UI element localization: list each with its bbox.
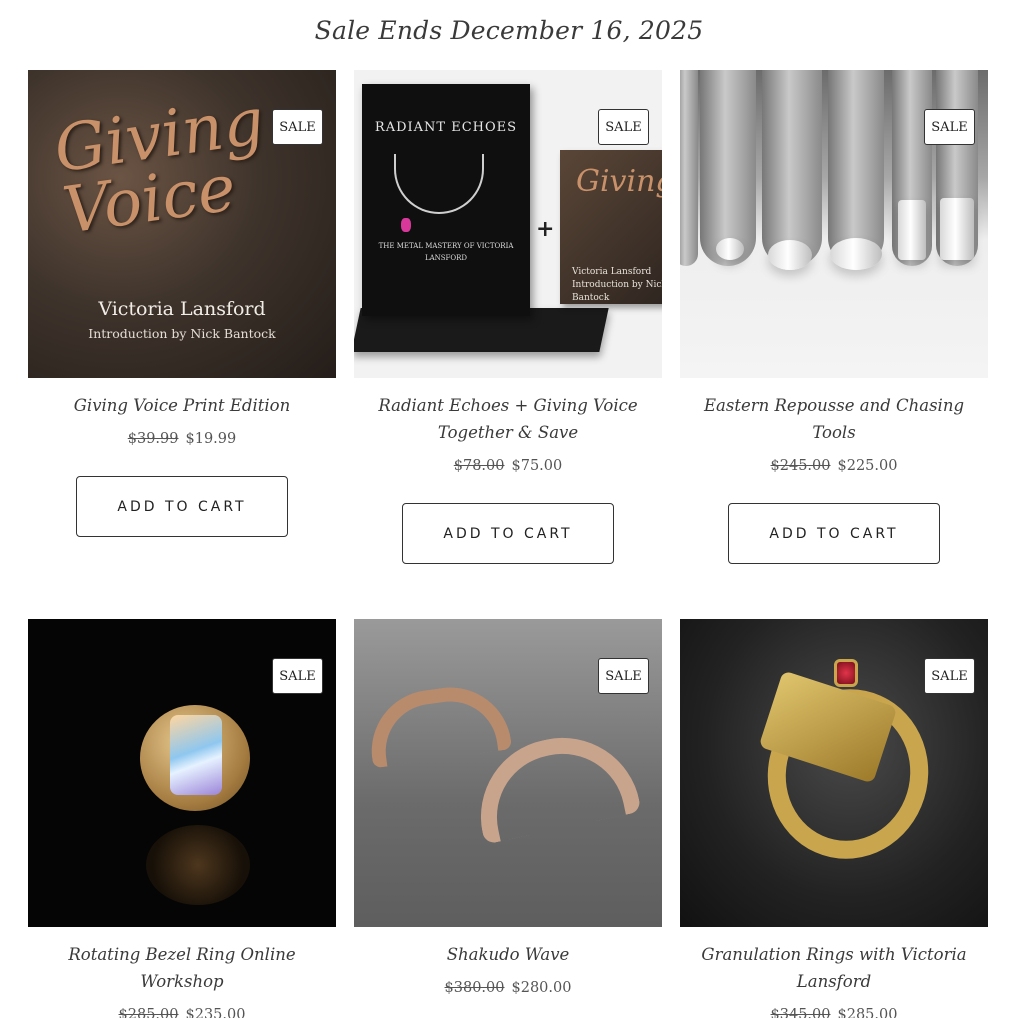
original-price: $245.00 [770, 458, 831, 474]
original-price: $345.00 [770, 1007, 831, 1018]
product-image[interactable]: SALE [680, 70, 988, 378]
tool-tip [940, 198, 974, 260]
product-price: $245.00 $225.00 [680, 458, 988, 474]
tool-tip [768, 240, 812, 270]
tool-tip [830, 238, 882, 270]
book-cover-author: Victoria Lansford [98, 298, 266, 320]
sale-price: $225.00 [837, 458, 898, 474]
book-subtitle: THE METAL MASTERY OF VICTORIA LANSFORD [378, 242, 514, 262]
tool-illustration [762, 70, 822, 266]
product-card: SALE Rotating Bezel Ring Online Workshop… [28, 619, 336, 1018]
sale-badge: SALE [924, 658, 975, 694]
product-price: $380.00 $280.00 [354, 980, 662, 996]
product-name[interactable]: Radiant Echoes + Giving Voice Together &… [354, 392, 662, 446]
plus-icon: + [536, 216, 555, 242]
sale-price: $280.00 [511, 980, 572, 996]
opal-stone [170, 715, 222, 795]
original-price: $39.99 [127, 431, 179, 447]
product-image[interactable]: SALE [28, 619, 336, 927]
sale-price: $235.00 [185, 1007, 246, 1018]
product-image[interactable]: SALE [680, 619, 988, 927]
product-image[interactable]: Giving Voice Victoria Lansford Introduct… [28, 70, 336, 378]
tool-illustration [828, 70, 884, 266]
tool-tip [716, 238, 744, 260]
product-name[interactable]: Eastern Repousse and Chasing Tools [680, 392, 988, 446]
sale-ends-heading: Sale Ends December 16, 2025 [314, 16, 704, 45]
ring-reflection [146, 825, 250, 905]
original-price: $380.00 [444, 980, 505, 996]
ruby-stone [834, 659, 858, 687]
sale-price: $75.00 [511, 458, 563, 474]
add-to-cart-button[interactable]: ADD TO CART [76, 476, 288, 537]
tool-illustration [680, 70, 698, 266]
book-author: Victoria Lansford Introduction by Nick Ba… [572, 267, 662, 303]
sale-badge: SALE [924, 109, 975, 145]
product-image[interactable]: SALE [354, 619, 662, 927]
original-price: $285.00 [118, 1007, 179, 1018]
book-title: Giving [576, 164, 662, 199]
product-name[interactable]: Granulation Rings with Victoria Lansford [680, 941, 988, 995]
product-name[interactable]: Giving Voice Print Edition [28, 392, 336, 419]
book-cover-title: Giving Voice [49, 84, 269, 249]
sale-price: $285.00 [837, 1007, 898, 1018]
book-cover-intro: Introduction by Nick Bantock [88, 326, 276, 341]
book-title: RADIANT ECHOES [374, 120, 518, 135]
earring-illustration [363, 679, 513, 769]
gem-illustration [401, 218, 411, 232]
product-card: SALE Shakudo Wave $380.00 $280.00 [354, 619, 662, 996]
sale-badge: SALE [272, 658, 323, 694]
book-giving-voice: Giving Victoria LansfordIntroduction by … [560, 150, 662, 304]
add-to-cart-button[interactable]: ADD TO CART [728, 503, 940, 564]
add-to-cart-button[interactable]: ADD TO CART [402, 503, 614, 564]
original-price: $78.00 [453, 458, 505, 474]
product-card: SALE Granulation Rings with Victoria Lan… [680, 619, 988, 1018]
product-card: Giving Voice Victoria Lansford Introduct… [28, 70, 336, 537]
tool-illustration [700, 70, 756, 266]
product-name[interactable]: Rotating Bezel Ring Online Workshop [28, 941, 336, 995]
product-price: $285.00 $235.00 [28, 1007, 336, 1018]
product-price: $39.99 $19.99 [28, 431, 336, 447]
sale-badge: SALE [598, 109, 649, 145]
product-image[interactable]: RADIANT ECHOES THE METAL MASTERY OF VICT… [354, 70, 662, 378]
product-price: $345.00 $285.00 [680, 1007, 988, 1018]
sale-price: $19.99 [185, 431, 237, 447]
product-card: SALE Eastern Repousse and Chasing Tools … [680, 70, 988, 564]
product-price: $78.00 $75.00 [354, 458, 662, 474]
product-card: RADIANT ECHOES THE METAL MASTERY OF VICT… [354, 70, 662, 564]
product-name[interactable]: Shakudo Wave [354, 941, 662, 968]
sale-badge: SALE [598, 658, 649, 694]
tool-tip [898, 200, 926, 260]
sale-badge: SALE [272, 109, 323, 145]
